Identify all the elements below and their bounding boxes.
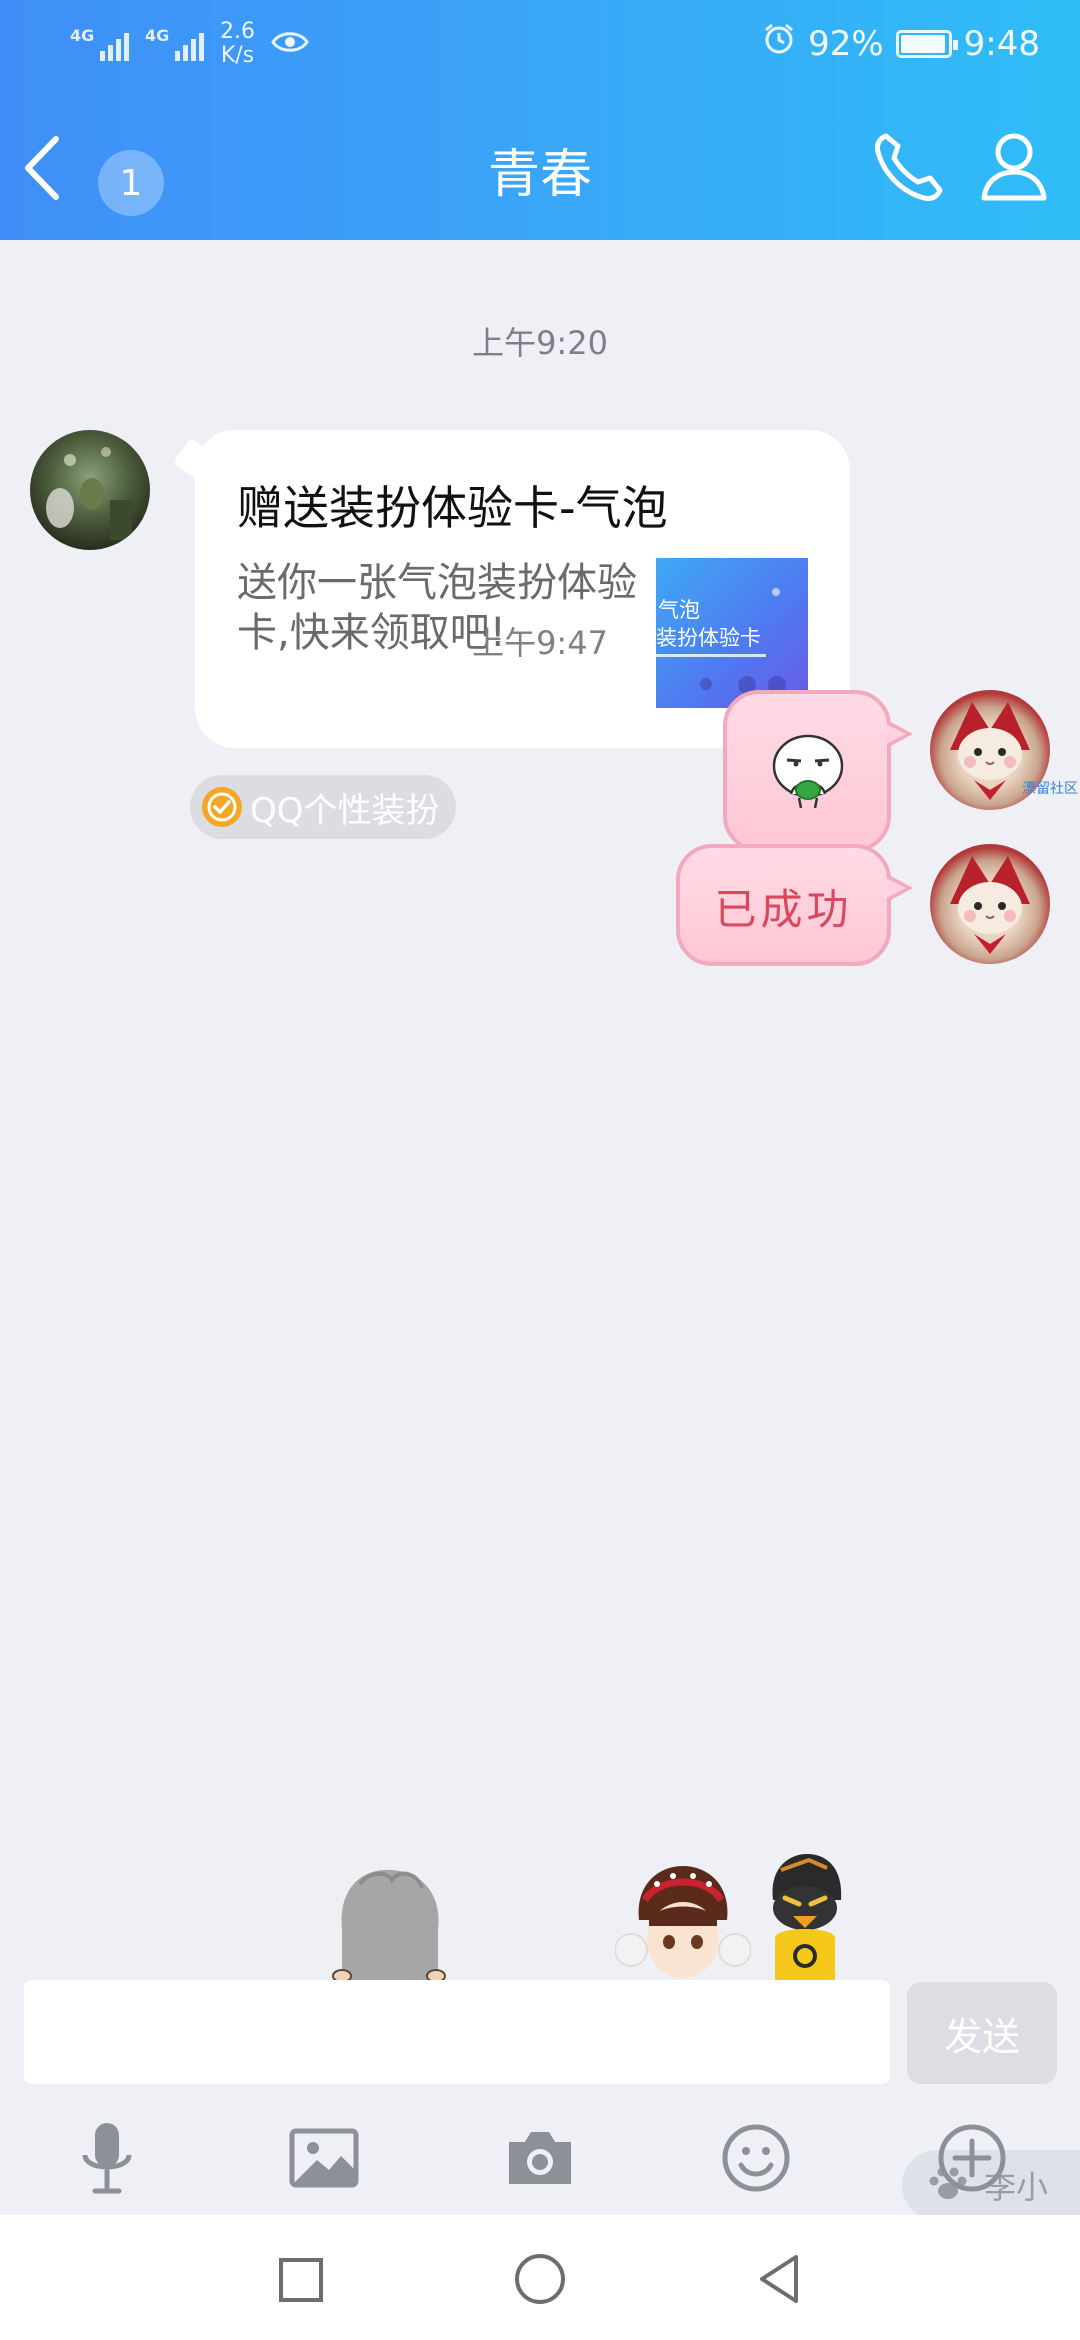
- sent-sticker-bubble[interactable]: [723, 690, 913, 852]
- message-list[interactable]: 上午9:20 赠送装扮体验卡-气泡 送你一张气泡装扮体验卡,快来领取吧! 气泡 …: [0, 240, 1080, 2220]
- recent-apps-button[interactable]: [272, 2251, 328, 2307]
- sticker-face-icon: [763, 724, 853, 818]
- image-button[interactable]: [279, 2115, 369, 2205]
- home-icon: [512, 2254, 568, 2311]
- phone-icon: [870, 133, 950, 210]
- girl-character-figure: [614, 1860, 752, 1984]
- status-right: 92% 9:48: [762, 22, 1040, 65]
- emoji-icon: [721, 2123, 791, 2197]
- nav-bar: 1 青春: [0, 110, 1080, 220]
- network-type-2: 4G: [145, 26, 170, 45]
- composer: 发送: [0, 1980, 1080, 2090]
- voice-input-button[interactable]: [62, 2115, 152, 2205]
- battery-icon: [895, 29, 958, 58]
- send-button[interactable]: 发送: [907, 1982, 1057, 2084]
- status-bar: 4G 4G 2.6 K/s 92% 9:48: [0, 0, 1080, 92]
- clock-time: 9:48: [963, 23, 1040, 64]
- check-badge-icon: [202, 787, 242, 827]
- image-icon: [289, 2128, 359, 2192]
- sent-text-bubble[interactable]: 已成功: [676, 844, 913, 966]
- eye-icon: [271, 25, 309, 63]
- gray-character-figure: [330, 1860, 450, 1984]
- alarm-icon: [762, 22, 796, 65]
- signal-strength-2: 4G: [145, 27, 204, 61]
- emoji-button[interactable]: [711, 2115, 801, 2205]
- penguin-character-figure: [755, 1850, 855, 1984]
- camera-button[interactable]: [495, 2115, 585, 2205]
- network-speed: 2.6 K/s: [220, 20, 255, 68]
- timestamp: 上午9:20: [472, 324, 608, 362]
- sent-message-text: 已成功: [714, 885, 853, 934]
- brand-mark: 漂留社区: [1022, 781, 1078, 797]
- system-navigation-bar: [0, 2215, 1080, 2340]
- profile-button[interactable]: [974, 126, 1054, 206]
- plus-icon: [937, 2123, 1007, 2197]
- microphone-icon: [77, 2121, 137, 2199]
- camera-icon: [505, 2128, 575, 2192]
- timestamp: 上午9:47: [472, 624, 608, 662]
- message-input[interactable]: [24, 1980, 890, 2084]
- input-toolbar: [0, 2115, 1080, 2215]
- contact-avatar[interactable]: [30, 430, 150, 550]
- my-avatar[interactable]: [930, 844, 1050, 964]
- back-nav-button[interactable]: [752, 2251, 808, 2307]
- card-title: 赠送装扮体验卡-气泡: [237, 481, 668, 535]
- chat-header: 4G 4G 2.6 K/s 92% 9:48 1 青春: [0, 0, 1080, 240]
- back-nav-icon: [752, 2255, 808, 2311]
- signal-strength-1: 4G: [70, 27, 129, 61]
- battery-percent: 92%: [808, 23, 884, 64]
- profile-icon: [974, 133, 1054, 210]
- voice-call-button[interactable]: [870, 126, 950, 206]
- recent-apps-icon: [272, 2258, 328, 2311]
- home-button[interactable]: [512, 2251, 568, 2307]
- network-speed-value: 2.6: [220, 19, 255, 44]
- source-tag-label: QQ个性装扮: [250, 790, 440, 831]
- status-left: 4G 4G 2.6 K/s: [70, 20, 309, 68]
- network-speed-unit: K/s: [220, 43, 255, 68]
- more-button[interactable]: [927, 2115, 1017, 2205]
- network-type-1: 4G: [70, 26, 95, 45]
- source-tag[interactable]: QQ个性装扮: [190, 775, 456, 839]
